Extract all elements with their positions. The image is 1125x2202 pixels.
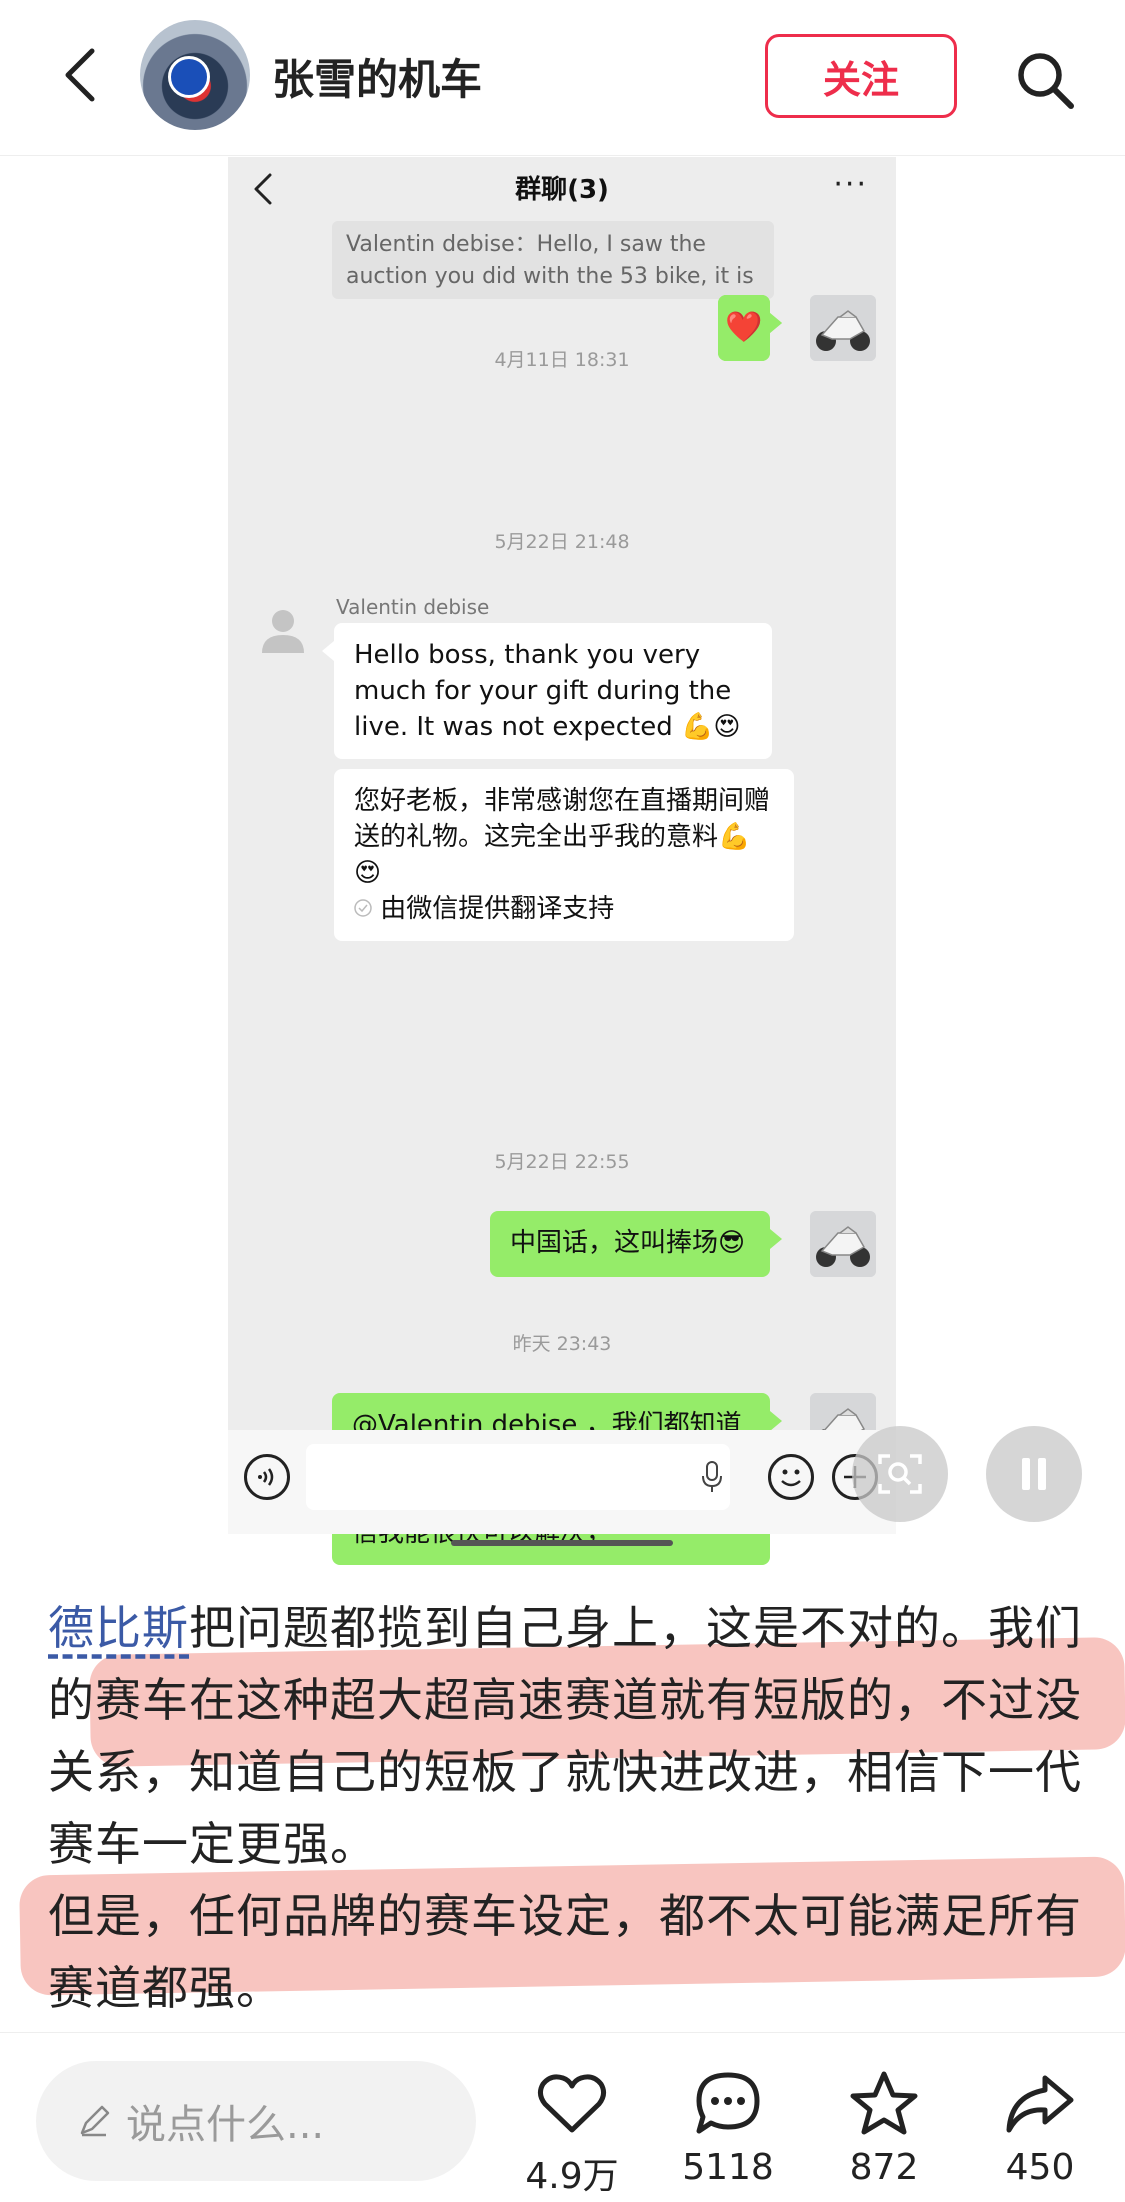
like-count: 4.9万 <box>525 2156 619 2197</box>
share-icon <box>1006 2075 1074 2133</box>
share-button[interactable]: 450 <box>980 2069 1100 2188</box>
comment-input[interactable]: 说点什么... <box>36 2061 476 2181</box>
chat-screenshot[interactable]: 群聊(3) ··· Valentin debise：Hello, I saw t… <box>228 157 896 1565</box>
pause-icon <box>1022 1458 1046 1490</box>
chat-input-bar <box>228 1430 896 1534</box>
user-icon <box>262 610 304 653</box>
like-button[interactable]: 4.9万 <box>512 2069 632 2199</box>
translation-text: 您好老板，非常感谢您在直播期间赠送的礼物。这完全出乎我的意料💪😍 <box>354 786 771 888</box>
translation-note: 由微信提供翻译支持 <box>354 891 774 927</box>
heart-message: ❤️ <box>718 295 782 361</box>
voice-button[interactable] <box>244 1454 290 1500</box>
comment-placeholder: 说点什么... <box>126 2102 325 2148</box>
scan-search-icon <box>878 1454 922 1494</box>
top-bar: 张雪的机车 关注 <box>0 0 1125 156</box>
timestamp: 5月22日 21:48 <box>494 531 630 553</box>
share-count: 450 <box>1005 2147 1075 2188</box>
more-icon: ··· <box>833 167 868 202</box>
comment-icon <box>696 2072 760 2134</box>
search-icon <box>1018 53 1074 109</box>
author-avatar[interactable] <box>140 20 250 130</box>
heart-icon <box>537 2074 607 2133</box>
message-bubble: Hello boss, thank you very much for your… <box>322 623 772 759</box>
check-icon <box>354 899 372 917</box>
chat-text-field[interactable] <box>306 1444 730 1510</box>
chat-title: 群聊(3) <box>515 175 609 205</box>
translation-note-label: 由微信提供翻译支持 <box>380 894 615 924</box>
back-button[interactable] <box>50 40 110 110</box>
voice-icon <box>258 1468 274 1486</box>
author-name[interactable]: 张雪的机车 <box>272 46 482 107</box>
timestamp: 5月22日 22:55 <box>494 1151 630 1173</box>
mention-tag[interactable]: 德比斯 <box>48 1601 189 1655</box>
chevron-left-icon <box>65 48 95 102</box>
motorcycle-icon <box>810 1211 876 1277</box>
search-button[interactable] <box>1005 40 1085 120</box>
star-icon <box>850 2071 918 2135</box>
post-body: 德比斯把问题都揽到自己身上，这是不对的。我们的赛车在这种超大超高速赛道就有短版的… <box>48 1592 1088 2024</box>
post-text: 把问题都揽到自己身上，这是不对的。我们的赛车在这种超大超高速赛道就有短版的，不过… <box>48 1601 1082 1871</box>
message-bubble: 中国话，这叫捧场😎 <box>490 1211 782 1277</box>
quoted-message: Valentin debise：Hello, I saw the auction… <box>332 221 774 299</box>
translation-bubble: 您好老板，非常感谢您在直播期间赠送的礼物。这完全出乎我的意料💪😍 由微信提供翻译… <box>334 769 794 941</box>
emoji-button[interactable] <box>768 1454 814 1500</box>
bottom-bar: 说点什么... 4.9万 5118 872 450 <box>0 2032 1125 2202</box>
comment-count: 5118 <box>682 2147 774 2188</box>
post-text-2: 但是，任何品牌的赛车设定，都不太可能满足所有赛道都强。 <box>48 1889 1082 2015</box>
follow-button[interactable]: 关注 <box>765 34 957 118</box>
home-indicator <box>451 1540 673 1546</box>
pencil-icon <box>80 2105 110 2137</box>
mic-icon[interactable] <box>700 1460 724 1494</box>
favorite-button[interactable]: 872 <box>824 2069 944 2188</box>
comment-button[interactable]: 5118 <box>668 2069 788 2188</box>
bike-avatar <box>810 295 876 361</box>
chat-nav: 群聊(3) ··· <box>228 157 896 221</box>
timestamp: 4月11日 18:31 <box>494 349 630 371</box>
motorcycle-icon <box>810 295 876 361</box>
user-avatar[interactable] <box>250 597 316 663</box>
sender-name: Valentin debise <box>336 595 490 619</box>
timestamp: 昨天 23:43 <box>512 1333 612 1355</box>
smiley-icon <box>781 1469 801 1487</box>
pause-button[interactable] <box>986 1426 1082 1522</box>
bike-avatar <box>810 1211 876 1277</box>
favorite-count: 872 <box>849 2147 919 2188</box>
image-search-button[interactable] <box>852 1426 948 1522</box>
